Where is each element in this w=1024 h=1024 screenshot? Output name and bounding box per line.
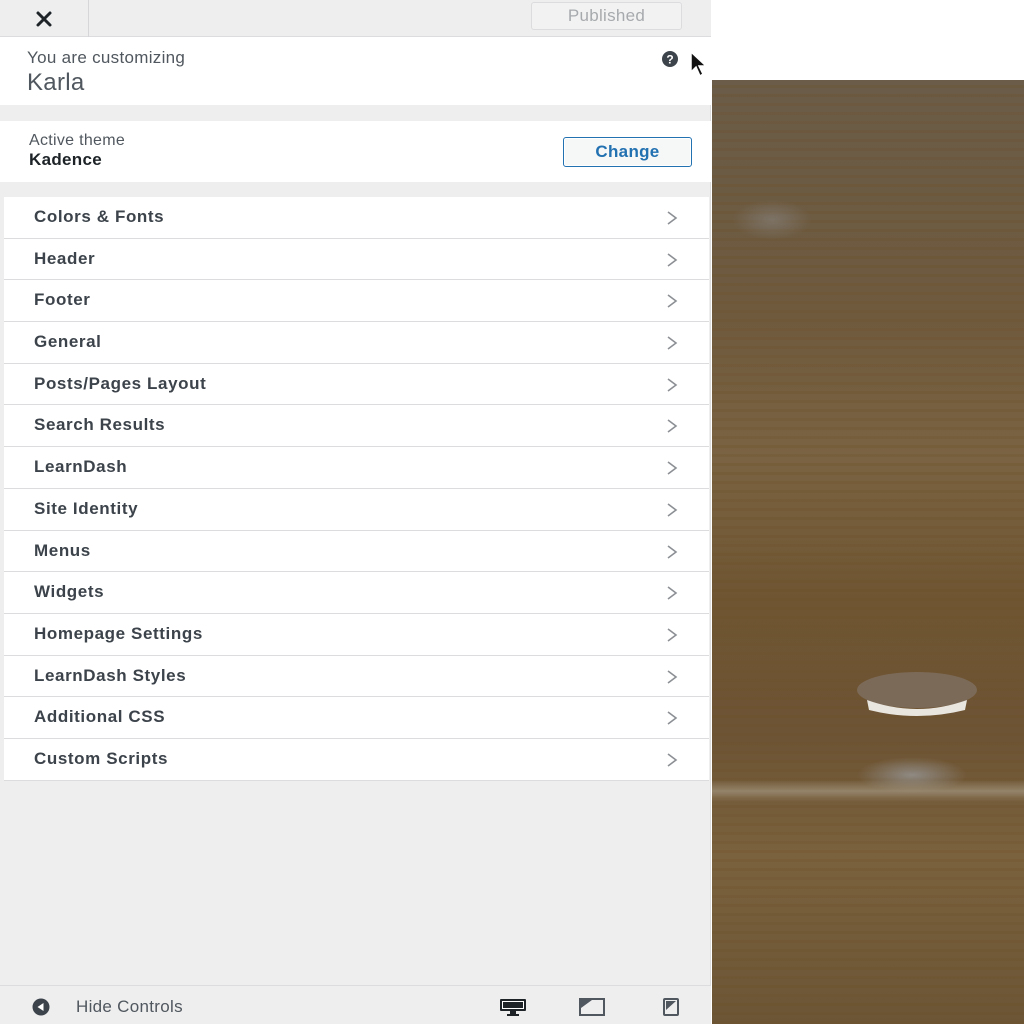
mobile-icon[interactable] <box>657 998 685 1016</box>
section-label: Header <box>34 248 96 268</box>
section-learndash-styles[interactable]: LearnDash Styles <box>4 655 709 698</box>
section-footer[interactable]: Footer <box>4 280 709 323</box>
chevron-right-icon <box>667 628 678 642</box>
section-homepage-settings[interactable]: Homepage Settings <box>4 613 709 656</box>
section-learndash[interactable]: LearnDash <box>4 447 709 489</box>
section-site-identity[interactable]: Site Identity <box>4 488 709 531</box>
mouse-cursor-icon <box>690 50 708 78</box>
chevron-right-icon <box>667 378 678 392</box>
section-label: Custom Scripts <box>34 748 169 768</box>
customizing-info: You are customizing Karla ? <box>0 37 711 105</box>
hide-controls-button[interactable]: Hide Controls <box>26 997 183 1017</box>
chevron-right-icon <box>667 294 678 309</box>
image-path <box>712 780 1024 802</box>
published-button[interactable]: Published <box>531 2 682 30</box>
section-label: Menus <box>34 540 91 560</box>
svg-text:?: ? <box>666 53 673 67</box>
chevron-right-icon <box>667 211 678 225</box>
chevron-right-icon <box>667 711 678 725</box>
hide-controls-label: Hide Controls <box>76 997 183 1016</box>
section-label: Homepage Settings <box>34 623 203 643</box>
chevron-right-icon <box>667 544 678 559</box>
hut-image <box>857 672 977 716</box>
tablet-icon[interactable] <box>578 998 606 1016</box>
collapse-arrow-icon <box>32 998 50 1016</box>
section-label: LearnDash Styles <box>34 665 187 685</box>
section-custom-scripts[interactable]: Custom Scripts <box>4 738 709 781</box>
chevron-right-icon <box>667 669 678 684</box>
chevron-right-icon <box>667 503 678 517</box>
active-theme-name: Kadence <box>29 150 102 169</box>
section-general[interactable]: General <box>4 322 709 364</box>
section-label: General <box>34 332 102 352</box>
chevron-right-icon <box>667 586 678 600</box>
section-header[interactable]: Header <box>4 238 709 281</box>
section-label: Widgets <box>34 582 105 602</box>
chevron-right-icon <box>667 419 678 434</box>
customizer-footer: Hide Controls <box>0 985 711 1024</box>
customizer-sections: Colors & Fonts Header Footer General Pos… <box>4 197 709 781</box>
desktop-icon[interactable] <box>499 998 527 1016</box>
section-label: Site Identity <box>34 498 139 518</box>
hero-image <box>712 80 1024 1024</box>
customizing-label: You are customizing <box>27 48 186 67</box>
close-button[interactable] <box>0 0 89 37</box>
chevron-right-icon <box>667 753 678 767</box>
section-label: Colors & Fonts <box>34 207 165 226</box>
help-icon[interactable]: ? <box>658 51 684 69</box>
change-theme-button[interactable]: Change <box>563 137 692 167</box>
customizer-sidebar: Published You are customizing Karla ? Ac… <box>0 0 711 1024</box>
section-additional-css[interactable]: Additional CSS <box>4 697 709 739</box>
section-label: Footer <box>34 290 91 310</box>
section-search-results[interactable]: Search Results <box>4 405 709 448</box>
site-name: Karla <box>27 69 85 96</box>
customizer-header: Published <box>0 0 711 37</box>
chevron-right-icon <box>667 461 678 475</box>
section-label: LearnDash <box>34 457 128 477</box>
section-colors-fonts[interactable]: Colors & Fonts <box>4 197 709 239</box>
section-label: Additional CSS <box>34 707 166 727</box>
section-label: Search Results <box>34 415 166 435</box>
chevron-right-icon <box>667 253 678 267</box>
site-preview[interactable] <box>712 0 1024 1024</box>
section-label: Posts/Pages Layout <box>34 373 207 393</box>
active-theme-label: Active theme <box>29 132 126 149</box>
section-posts-pages-layout[interactable]: Posts/Pages Layout <box>4 363 709 406</box>
active-theme-panel: Active theme Kadence Change <box>0 121 711 182</box>
section-widgets[interactable]: Widgets <box>4 572 709 614</box>
close-icon <box>36 11 52 26</box>
section-menus[interactable]: Menus <box>4 530 709 573</box>
chevron-right-icon <box>667 336 678 350</box>
